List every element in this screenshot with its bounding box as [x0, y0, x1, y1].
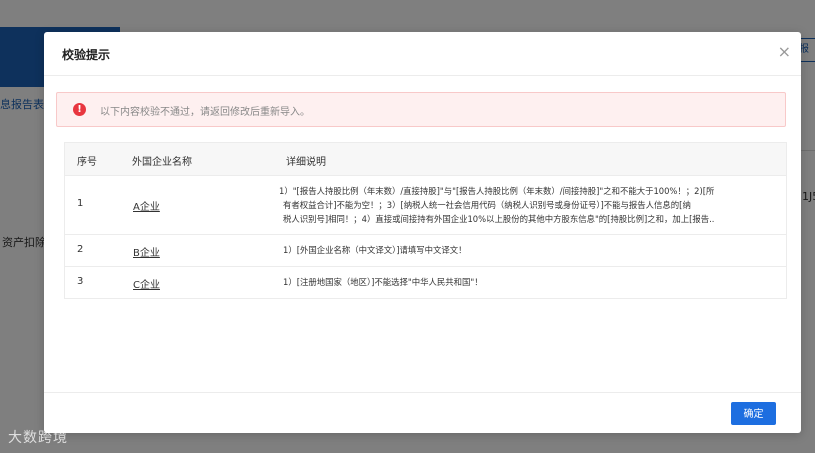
row-detail: 1）[注册地国家（地区）]不能选择"中华人民共和国"！ — [283, 275, 781, 289]
row-company-name[interactable]: B企业 — [133, 244, 160, 259]
table-row: 3 C企业 1）[注册地国家（地区）]不能选择"中华人民共和国"！ — [65, 267, 786, 298]
dialog-title: 校验提示 — [62, 48, 111, 62]
row-company-name[interactable]: C企业 — [133, 276, 160, 291]
watermark-logo: 大数跨境 — [8, 430, 68, 446]
alert-message: 以下内容校验不通过，请返回修改后重新导入。 — [100, 107, 310, 118]
header-detail: 详细说明 — [286, 157, 326, 168]
detail-line: 有者权益合计]不能为空！；3）[纳税人统一社会信用代码（纳税人识别号或身份证号）… — [283, 200, 691, 210]
detail-line: 1）[外国企业名称（中文译文）]请填写中文译文！ — [283, 245, 467, 255]
error-icon: ! — [73, 103, 86, 116]
row-company-name[interactable]: A企业 — [133, 198, 160, 213]
row-index: 1 — [77, 198, 84, 209]
close-icon[interactable]: × — [778, 42, 791, 62]
dialog-header: 校验提示 × — [44, 32, 801, 76]
row-index: 3 — [77, 276, 84, 287]
row-detail: 1）[外国企业名称（中文译文）]请填写中文译文！ — [283, 243, 781, 257]
detail-line: 税人识别号]相同！；4）直接或间接持有外国企业10%以上股份的其他中方股东信息"… — [283, 214, 715, 224]
detail-line: 1）[注册地国家（地区）]不能选择"中华人民共和国"！ — [283, 277, 483, 287]
header-company-name: 外国企业名称 — [132, 157, 192, 168]
validation-dialog: 校验提示 × ! 以下内容校验不通过，请返回修改后重新导入。 序号 外国企业名称… — [44, 32, 801, 433]
error-alert: ! 以下内容校验不通过，请返回修改后重新导入。 — [56, 92, 786, 127]
row-index: 2 — [77, 244, 84, 255]
row-detail: 1）"[报告人持股比例（年末数）/直接持股]"与"[报告人持股比例（年末数）/间… — [279, 184, 777, 226]
error-table: 序号 外国企业名称 详细说明 1 A企业 1）"[报告人持股比例（年末数）/直接… — [64, 142, 787, 299]
confirm-button[interactable]: 确定 — [731, 402, 776, 425]
header-index: 序号 — [77, 157, 97, 168]
detail-line: 1）"[报告人持股比例（年末数）/直接持股]"与"[报告人持股比例（年末数）/间… — [279, 186, 715, 196]
table-header: 序号 外国企业名称 详细说明 — [65, 143, 786, 176]
table-row: 1 A企业 1）"[报告人持股比例（年末数）/直接持股]"与"[报告人持股比例（… — [65, 176, 786, 235]
table-row: 2 B企业 1）[外国企业名称（中文译文）]请填写中文译文！ — [65, 235, 786, 267]
dialog-footer: 确定 — [44, 392, 801, 433]
